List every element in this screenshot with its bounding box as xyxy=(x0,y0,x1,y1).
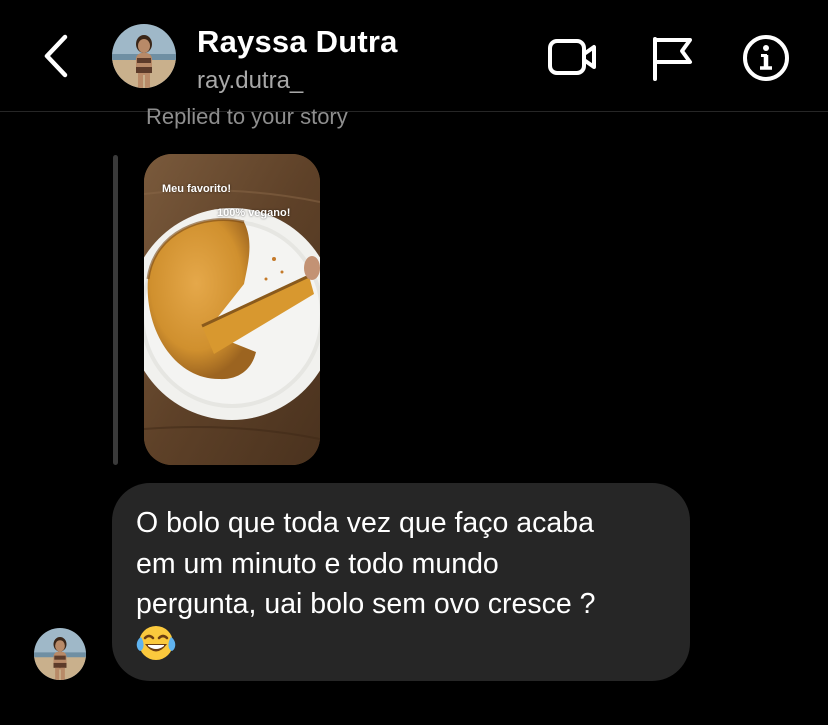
story-thumbnail[interactable]: Meu favorito! 100% vegano! xyxy=(144,154,320,465)
flag-icon xyxy=(653,37,692,81)
message-text: O bolo que toda vez que faço acaba em um… xyxy=(136,507,596,620)
chevron-left-icon xyxy=(44,34,68,78)
video-call-button[interactable] xyxy=(546,33,598,83)
laughing-tears-emoji-icon xyxy=(136,623,176,663)
reply-indicator-bar xyxy=(113,155,118,465)
info-button[interactable] xyxy=(740,33,792,83)
back-button[interactable] xyxy=(38,32,78,80)
story-caption-2: 100% vegano! xyxy=(217,207,291,219)
sender-avatar[interactable] xyxy=(34,628,86,680)
cake-photo xyxy=(144,154,320,465)
report-button[interactable] xyxy=(648,33,700,83)
chat-header: Rayssa Dutra ray.dutra_ xyxy=(0,0,828,112)
info-icon xyxy=(743,35,789,81)
story-caption-1: Meu favorito! xyxy=(162,183,232,195)
avatar-image xyxy=(112,24,176,88)
replied-to-story-label: Replied to your story xyxy=(146,104,348,129)
avatar[interactable] xyxy=(112,24,176,88)
contact-name[interactable]: Rayssa Dutra xyxy=(197,24,398,60)
video-camera-icon xyxy=(548,39,596,75)
contact-username[interactable]: ray.dutra_ xyxy=(197,67,303,95)
avatar-image xyxy=(34,628,86,680)
message-bubble[interactable]: O bolo que toda vez que faço acaba em um… xyxy=(112,483,690,681)
